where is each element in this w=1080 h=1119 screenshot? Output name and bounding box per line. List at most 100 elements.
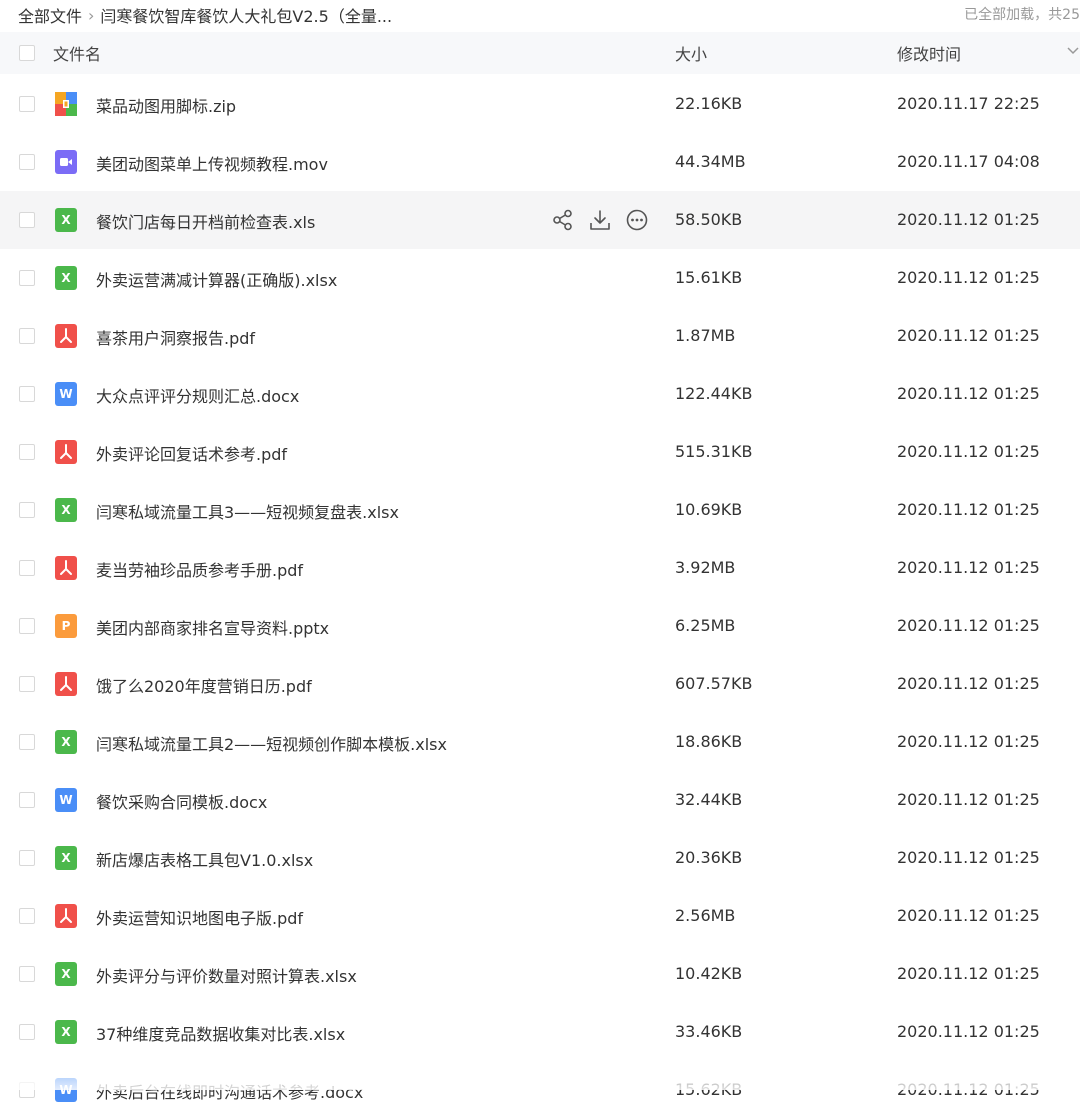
row-checkbox[interactable] <box>19 560 35 576</box>
file-row[interactable]: X 外卖评分与评价数量对照计算表.xlsx 10.42KB 2020.11.12 01… <box>0 945 1080 1003</box>
row-checkbox[interactable] <box>19 734 35 750</box>
file-row[interactable]: W 餐饮采购合同模板.docx 32.44KB 2020.11.12 01:25 <box>0 771 1080 829</box>
file-name[interactable]: 外卖运营满减计算器(正确版).xlsx <box>96 267 337 291</box>
excel-icon: X <box>55 266 77 290</box>
file-row[interactable]: 美团动图菜单上传视频教程.mov 44.34MB 2020.11.17 04:08 <box>0 133 1080 191</box>
pdf-icon <box>55 904 77 928</box>
row-checkbox[interactable] <box>19 792 35 808</box>
file-name[interactable]: 大众点评评分规则汇总.docx <box>96 383 299 407</box>
file-row[interactable]: P 美团内部商家排名宣导资料.pptx 6.25MB 2020.11.12 01:25 <box>0 597 1080 655</box>
column-header-size[interactable]: 大小 <box>675 41 707 65</box>
file-row[interactable]: X 餐饮门店每日开档前检查表.xls 58.50KB 2020.11.12 01:2… <box>0 191 1080 249</box>
file-name[interactable]: 闫寒私域流量工具3——短视频复盘表.xlsx <box>96 499 399 523</box>
file-name[interactable]: 外卖运营知识地图电子版.pdf <box>96 905 303 929</box>
file-row[interactable]: 饿了么2020年度营销日历.pdf 607.57KB 2020.11.12 01:2… <box>0 655 1080 713</box>
file-modified-time: 2020.11.12 01:25 <box>897 326 1040 345</box>
pdf-icon <box>55 324 77 348</box>
file-name[interactable]: 饿了么2020年度营销日历.pdf <box>96 673 312 697</box>
file-row[interactable]: X 闫寒私域流量工具3——短视频复盘表.xlsx 10.69KB 2020.11.12… <box>0 481 1080 539</box>
row-checkbox[interactable] <box>19 676 35 692</box>
row-checkbox[interactable] <box>19 908 35 924</box>
excel-icon: X <box>55 498 77 522</box>
download-icon[interactable] <box>588 208 612 232</box>
row-checkbox[interactable] <box>19 618 35 634</box>
file-modified-time: 2020.11.17 04:08 <box>897 152 1040 171</box>
row-actions <box>551 208 649 232</box>
file-modified-time: 2020.11.12 01:25 <box>897 964 1040 983</box>
file-modified-time: 2020.11.12 01:25 <box>897 268 1040 287</box>
row-checkbox[interactable] <box>19 1082 35 1098</box>
file-name[interactable]: 麦当劳袖珍品质参考手册.pdf <box>96 557 303 581</box>
file-row[interactable]: X 37种维度竞品数据收集对比表.xlsx 33.46KB 2020.11.12 01… <box>0 1003 1080 1061</box>
file-name[interactable]: 37种维度竞品数据收集对比表.xlsx <box>96 1021 345 1045</box>
column-header-time[interactable]: 修改时间 <box>897 41 961 65</box>
row-checkbox[interactable] <box>19 444 35 460</box>
excel-icon: X <box>55 208 77 232</box>
file-size: 1.87MB <box>675 326 736 345</box>
file-size: 10.42KB <box>675 964 743 983</box>
file-name[interactable]: 餐饮采购合同模板.docx <box>96 789 267 813</box>
file-row[interactable]: 喜茶用户洞察报告.pdf 1.87MB 2020.11.12 01:25 <box>0 307 1080 365</box>
file-size: 122.44KB <box>675 384 753 403</box>
file-name[interactable]: 新店爆店表格工具包V1.0.xlsx <box>96 847 313 871</box>
file-modified-time: 2020.11.12 01:25 <box>897 442 1040 461</box>
file-size: 32.44KB <box>675 790 743 809</box>
share-icon[interactable] <box>551 208 575 232</box>
file-row[interactable]: 麦当劳袖珍品质参考手册.pdf 3.92MB 2020.11.12 01:25 <box>0 539 1080 597</box>
breadcrumb-root[interactable]: 全部文件 <box>18 3 82 27</box>
file-row[interactable]: X 外卖运营满减计算器(正确版).xlsx 15.61KB 2020.11.12 01… <box>0 249 1080 307</box>
row-checkbox[interactable] <box>19 850 35 866</box>
row-checkbox[interactable] <box>19 386 35 402</box>
file-size: 15.61KB <box>675 268 743 287</box>
file-name[interactable]: 喜茶用户洞察报告.pdf <box>96 325 255 349</box>
file-row[interactable]: W 外卖后台在线即时沟通话术参考.docx 15.62KB 2020.11.12 01… <box>0 1061 1080 1119</box>
file-name[interactable]: 外卖后台在线即时沟通话术参考.docx <box>96 1079 363 1103</box>
file-name[interactable]: 闫寒私域流量工具2——短视频创作脚本模板.xlsx <box>96 731 447 755</box>
pdf-icon <box>55 672 77 696</box>
file-size: 22.16KB <box>675 94 743 113</box>
file-name[interactable]: 外卖评论回复话术参考.pdf <box>96 441 287 465</box>
file-row[interactable]: 外卖评论回复话术参考.pdf 515.31KB 2020.11.12 01:25 <box>0 423 1080 481</box>
pdf-icon <box>55 556 77 580</box>
file-row[interactable]: X 新店爆店表格工具包V1.0.xlsx 20.36KB 2020.11.12 01:… <box>0 829 1080 887</box>
file-modified-time: 2020.11.12 01:25 <box>897 848 1040 867</box>
excel-icon: X <box>55 962 77 986</box>
file-modified-time: 2020.11.12 01:25 <box>897 558 1040 577</box>
file-modified-time: 2020.11.12 01:25 <box>897 674 1040 693</box>
excel-icon: X <box>55 730 77 754</box>
word-icon: W <box>55 1078 77 1102</box>
row-checkbox[interactable] <box>19 966 35 982</box>
ppt-icon: P <box>55 614 77 638</box>
file-modified-time: 2020.11.17 22:25 <box>897 94 1040 113</box>
row-checkbox[interactable] <box>19 212 35 228</box>
row-checkbox[interactable] <box>19 270 35 286</box>
file-size: 44.34MB <box>675 152 746 171</box>
file-name[interactable]: 餐饮门店每日开档前检查表.xls <box>96 209 315 233</box>
file-size: 2.56MB <box>675 906 736 925</box>
file-size: 6.25MB <box>675 616 736 635</box>
row-checkbox[interactable] <box>19 328 35 344</box>
file-list-header: 文件名 大小 修改时间 <box>0 32 1080 74</box>
file-row[interactable]: 外卖运营知识地图电子版.pdf 2.56MB 2020.11.12 01:25 <box>0 887 1080 945</box>
row-checkbox[interactable] <box>19 502 35 518</box>
file-row[interactable]: 菜品动图用脚标.zip 22.16KB 2020.11.17 22:25 <box>0 75 1080 133</box>
row-checkbox[interactable] <box>19 1024 35 1040</box>
file-name[interactable]: 外卖评分与评价数量对照计算表.xlsx <box>96 963 357 987</box>
file-name[interactable]: 菜品动图用脚标.zip <box>96 93 236 117</box>
file-size: 607.57KB <box>675 674 753 693</box>
row-checkbox[interactable] <box>19 96 35 112</box>
file-size: 515.31KB <box>675 442 753 461</box>
breadcrumb-current-folder: 闫寒餐饮智库餐饮人大礼包V2.5（全量... <box>100 7 393 26</box>
more-icon[interactable] <box>625 208 649 232</box>
excel-icon: X <box>55 846 77 870</box>
file-size: 33.46KB <box>675 1022 743 1041</box>
file-name[interactable]: 美团内部商家排名宣导资料.pptx <box>96 615 329 639</box>
column-header-name[interactable]: 文件名 <box>53 41 101 65</box>
file-name[interactable]: 美团动图菜单上传视频教程.mov <box>96 151 328 175</box>
select-all-checkbox[interactable] <box>19 45 35 61</box>
sort-chevron-icon[interactable] <box>1066 44 1080 58</box>
file-row[interactable]: W 大众点评评分规则汇总.docx 122.44KB 2020.11.12 01:25 <box>0 365 1080 423</box>
file-row[interactable]: X 闫寒私域流量工具2——短视频创作脚本模板.xlsx 18.86KB 2020.11… <box>0 713 1080 771</box>
word-icon: W <box>55 788 77 812</box>
row-checkbox[interactable] <box>19 154 35 170</box>
